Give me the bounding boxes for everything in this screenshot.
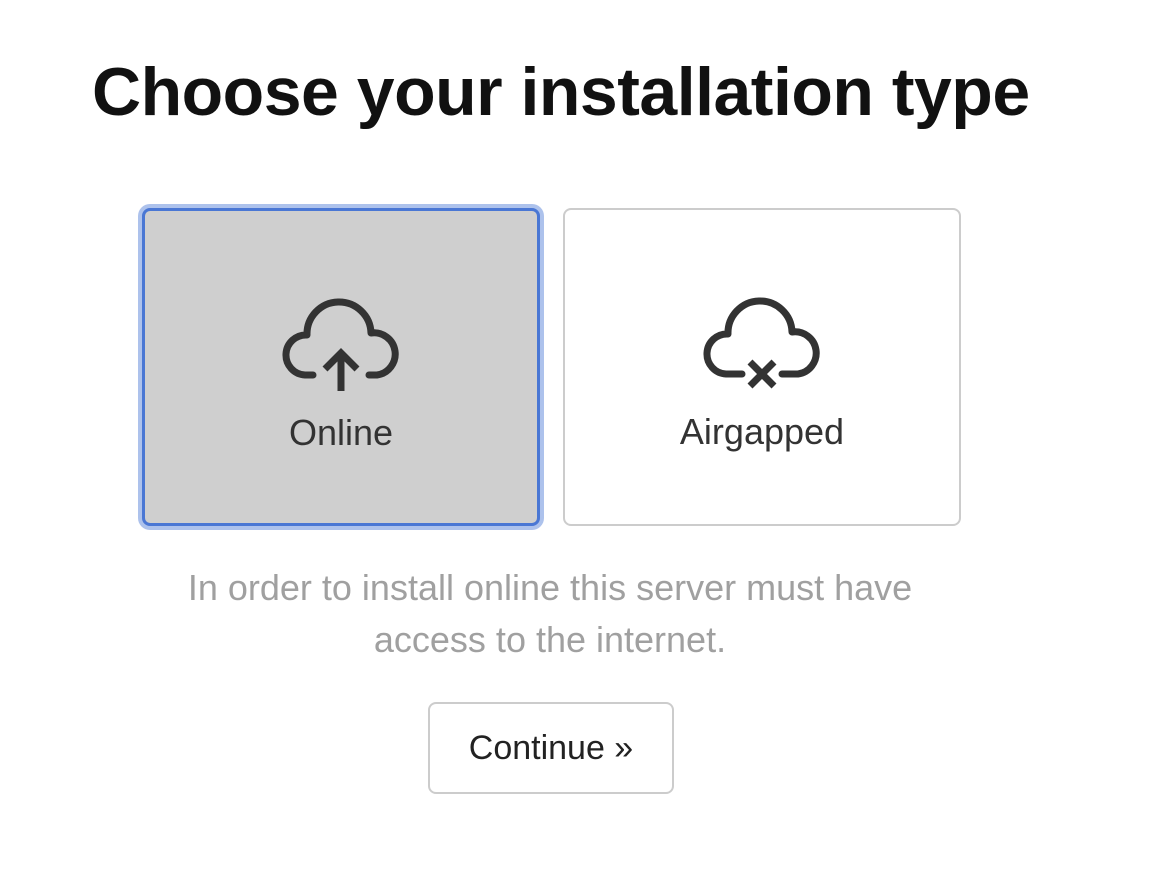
installation-description: In order to install online this server m…: [187, 567, 913, 660]
online-option-label: Online: [288, 412, 394, 453]
continue-button[interactable]: Continue »: [428, 702, 674, 794]
cloud-upload-icon: [282, 298, 399, 391]
airgapped-option-label: Airgapped: [679, 411, 845, 452]
page-title: Choose your installation type: [92, 54, 1030, 130]
airgapped-option-card[interactable]: Airgapped: [563, 208, 961, 526]
cloud-offline-icon: [703, 297, 820, 389]
online-option-card[interactable]: Online: [142, 208, 540, 526]
